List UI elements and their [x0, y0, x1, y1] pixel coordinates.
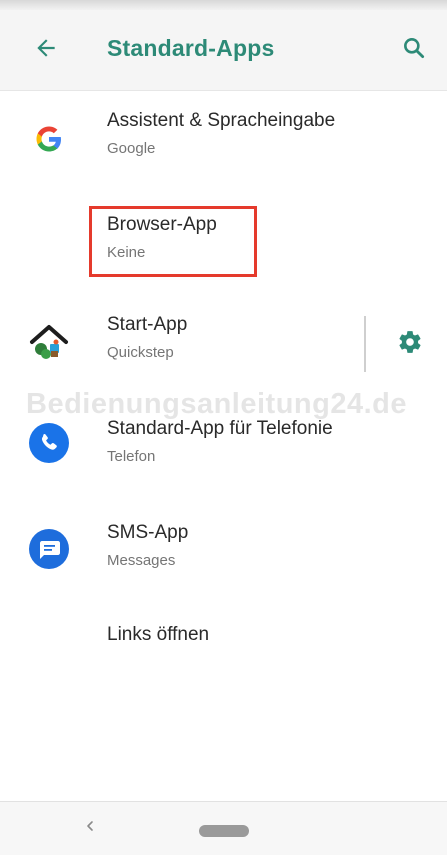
vertical-divider	[364, 316, 366, 372]
highlight-box	[89, 206, 257, 277]
nav-back-button[interactable]	[78, 816, 102, 840]
gear-icon	[397, 329, 423, 360]
list-item-text: Assistent & Spracheingabe Google	[107, 110, 335, 157]
list-item-title: Assistent & Spracheingabe	[107, 110, 336, 131]
list-item-subtitle: Telefon	[107, 448, 156, 465]
search-button[interactable]	[396, 32, 432, 68]
list-item-subtitle: Quickstep	[107, 344, 174, 361]
sms-messages-icon	[26, 526, 72, 572]
list-item-title: SMS-App	[107, 522, 189, 543]
list-item-text: Standard-App für Telefonie Telefon	[107, 418, 333, 465]
google-g-icon	[26, 116, 72, 162]
list-item-title: Start-App	[107, 314, 188, 335]
phone-icon	[26, 420, 72, 466]
watermark-text: Bedienungsanleitung24.de	[26, 388, 407, 420]
status-bar	[0, 0, 447, 10]
list-item-start-app[interactable]: Start-App Quickstep	[0, 314, 447, 374]
list-item-open-links[interactable]: Links öffnen	[0, 624, 447, 664]
nav-home-pill-icon[interactable]	[199, 825, 249, 837]
list-item-text: Start-App Quickstep	[107, 314, 187, 361]
nav-back-icon	[83, 819, 97, 838]
home-launcher-icon	[26, 318, 72, 364]
list-item-title: Links öffnen	[107, 624, 210, 645]
navigation-bar	[0, 801, 447, 855]
list-item-title: Standard-App für Telefonie	[107, 418, 333, 439]
list-item-assistant[interactable]: Assistent & Spracheingabe Google	[0, 110, 447, 180]
page-title: Standard-Apps	[107, 35, 275, 61]
app-bar: Standard-Apps	[0, 10, 447, 91]
list-item-text: Links öffnen	[107, 624, 209, 646]
list-item-subtitle: Messages	[107, 552, 176, 569]
list-item-phone-app[interactable]: Standard-App für Telefonie Telefon	[0, 418, 447, 478]
search-icon	[401, 35, 427, 66]
arrow-back-icon	[33, 35, 59, 66]
back-button[interactable]	[28, 32, 64, 68]
list-item-sms-app[interactable]: SMS-App Messages	[0, 522, 447, 582]
start-app-settings-button[interactable]	[392, 326, 428, 362]
list-item-subtitle: Google	[107, 140, 156, 157]
list-item-text: SMS-App Messages	[107, 522, 188, 569]
